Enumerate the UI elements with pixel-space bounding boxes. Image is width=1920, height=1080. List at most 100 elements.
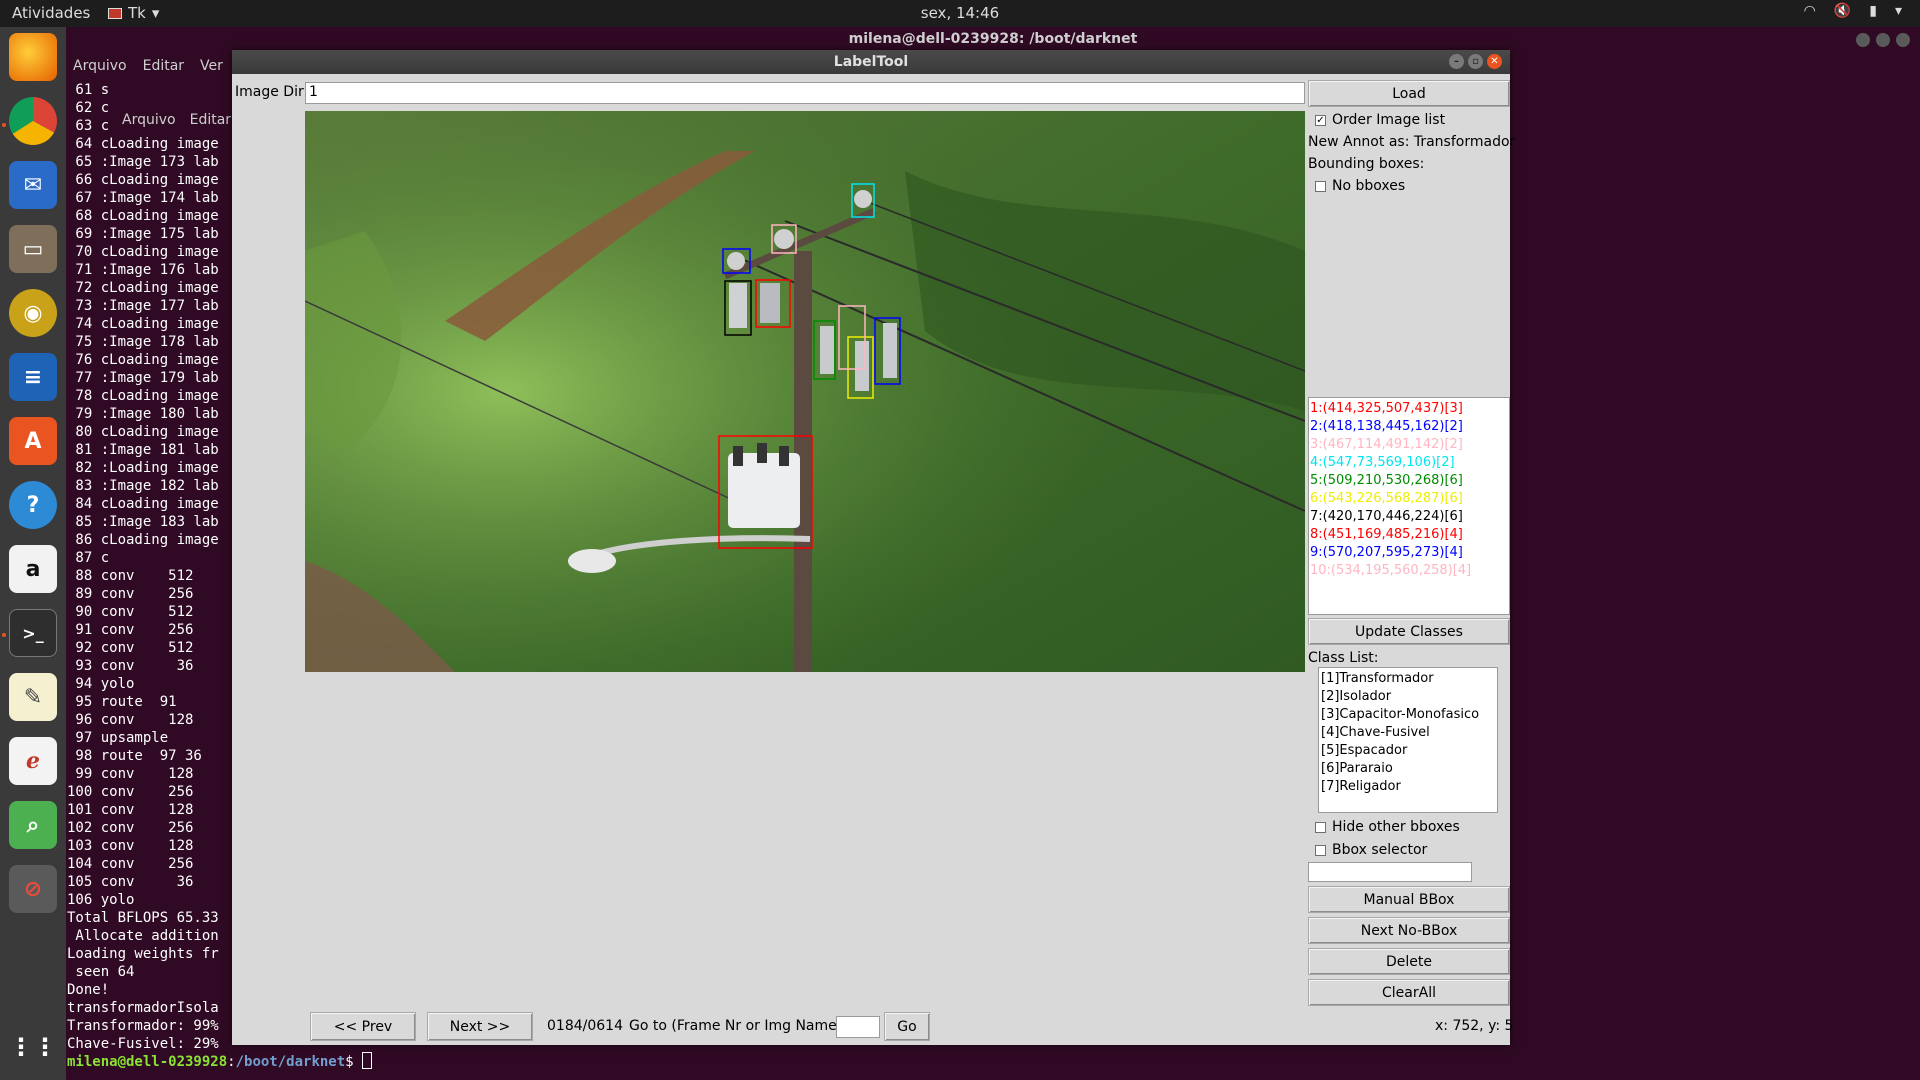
class-list-item[interactable]: [7]Religador: [1321, 778, 1495, 796]
class-list-item[interactable]: [4]Chave-Fusivel: [1321, 724, 1495, 742]
terminal-line: 84 cLoading image: [67, 496, 219, 512]
chevron-down-icon: ▾: [151, 4, 160, 22]
hide-other-bboxes-label: Hide other bboxes: [1332, 819, 1460, 835]
manual-bbox-button[interactable]: Manual BBox: [1308, 886, 1510, 913]
inner-menu-editar[interactable]: Editar: [190, 112, 231, 128]
prompt-separator: :: [227, 1054, 236, 1070]
class-listbox[interactable]: [1]Transformador [2]Isolador [3]Capacitor-…: [1318, 667, 1498, 813]
terminal-line: 90 conv 512: [67, 604, 194, 620]
terminal-menubar: Arquivo Editar Ver P: [73, 58, 247, 74]
document-viewer-icon[interactable]: ℯ: [9, 737, 57, 785]
bbox-list-item[interactable]: 8:(451,169,485,216)[4]: [1310, 526, 1508, 544]
writer-icon[interactable]: ≡: [9, 353, 57, 401]
new-annot-label: New Annot as: Transformador: [1308, 134, 1516, 150]
system-tray[interactable]: ◠ 🔇 ▮ ▾: [1804, 3, 1902, 19]
bbox-list-item[interactable]: 9:(570,207,595,273)[4]: [1310, 544, 1508, 562]
goto-input[interactable]: [836, 1016, 880, 1038]
class-list-item[interactable]: [1]Transformador: [1321, 670, 1495, 688]
clear-all-button[interactable]: ClearAll: [1308, 979, 1510, 1006]
tk-app-icon[interactable]: ⊘: [9, 865, 57, 913]
software-center-icon[interactable]: A: [9, 417, 57, 465]
delete-button[interactable]: Delete: [1308, 948, 1510, 975]
terminal-line: 64 cLoading image: [67, 136, 219, 152]
terminal-line: 104 conv 256: [67, 856, 194, 872]
go-button[interactable]: Go: [884, 1012, 930, 1041]
terminal-line: transformadorIsola: [67, 1000, 219, 1016]
no-bboxes-checkbox[interactable]: No bboxes: [1315, 178, 1405, 194]
next-no-bbox-button[interactable]: Next No-BBox: [1308, 917, 1510, 944]
menu-ver[interactable]: Ver: [200, 58, 223, 74]
maximize-icon[interactable]: ▫: [1468, 54, 1483, 69]
class-list-item[interactable]: [6]Pararaio: [1321, 760, 1495, 778]
terminal-line: 69 :Image 175 lab: [67, 226, 219, 242]
files-icon[interactable]: ▭: [9, 225, 57, 273]
surge-arrester: [820, 326, 834, 374]
chrome-icon[interactable]: [9, 97, 57, 145]
order-image-list-checkbox[interactable]: ✓ Order Image list: [1315, 112, 1445, 128]
bbox-selector-input[interactable]: [1308, 862, 1472, 882]
close-icon[interactable]: ✕: [1487, 54, 1502, 69]
bbox-list-item[interactable]: 5:(509,210,530,268)[6]: [1310, 472, 1508, 490]
app-grid-icon[interactable]: ⋮⋮: [9, 1023, 57, 1071]
bbox-selector-checkbox[interactable]: Bbox selector: [1315, 842, 1427, 858]
class-list-item[interactable]: [2]Isolador: [1321, 688, 1495, 706]
terminal-line: seen 64: [67, 964, 135, 980]
close-icon[interactable]: [1896, 33, 1910, 47]
thunderbird-icon[interactable]: ✉: [9, 161, 57, 209]
clock[interactable]: sex, 14:46: [921, 4, 999, 22]
image-canvas[interactable]: [305, 111, 1305, 672]
maximize-icon[interactable]: [1876, 33, 1890, 47]
minimize-icon[interactable]: –: [1449, 54, 1464, 69]
image-dir-label: Image Dir:: [235, 84, 309, 100]
help-icon[interactable]: ?: [9, 481, 57, 529]
activities-button[interactable]: Atividades: [12, 4, 90, 22]
bbox-listbox[interactable]: 1:(414,325,507,437)[3] 2:(418,138,445,162…: [1308, 397, 1510, 615]
terminal-line: 96 conv 128: [67, 712, 194, 728]
labeltool-titlebar[interactable]: LabelTool – ▫ ✕: [232, 50, 1510, 74]
menu-editar[interactable]: Editar: [143, 58, 184, 74]
prev-button[interactable]: << Prev: [310, 1012, 416, 1041]
terminal-prompt[interactable]: milena@dell-0239928:/boot/darknet$: [67, 1052, 373, 1070]
battery-icon: ▮: [1869, 3, 1877, 19]
terminal-line: Loading weights fr: [67, 946, 219, 962]
class-list-item[interactable]: [5]Espacador: [1321, 742, 1495, 760]
minimize-icon[interactable]: [1856, 33, 1870, 47]
load-button[interactable]: Load: [1308, 80, 1510, 107]
bbox-list-item[interactable]: 2:(418,138,445,162)[2]: [1310, 418, 1508, 436]
running-indicator: [2, 633, 6, 637]
bbox-list-item[interactable]: 10:(534,195,560,258)[4]: [1310, 562, 1508, 580]
menu-arquivo[interactable]: Arquivo: [73, 58, 127, 74]
bbox-list-item[interactable]: 1:(414,325,507,437)[3]: [1310, 400, 1508, 418]
terminal-line: 83 :Image 182 lab: [67, 478, 219, 494]
image-dir-input[interactable]: 1: [305, 82, 1305, 104]
terminal-line: 82 :Loading image: [67, 460, 219, 476]
terminal-line: 88 conv 512: [67, 568, 194, 584]
terminal-line: 99 conv 128: [67, 766, 194, 782]
bbox-list-item[interactable]: 3:(467,114,491,142)[2]: [1310, 436, 1508, 454]
text-editor-icon[interactable]: ✎: [9, 673, 57, 721]
image-viewer-icon[interactable]: ⌕: [9, 801, 57, 849]
hide-other-bboxes-checkbox[interactable]: Hide other bboxes: [1315, 819, 1460, 835]
terminal-line: Done!: [67, 982, 110, 998]
amazon-icon[interactable]: a: [9, 545, 57, 593]
annotated-image[interactable]: [305, 111, 1305, 672]
firefox-icon[interactable]: [9, 33, 57, 81]
terminal-line: 94 yolo: [67, 676, 135, 692]
app-menu[interactable]: Tk ▾: [108, 4, 159, 22]
rhythmbox-icon[interactable]: ◉: [9, 289, 57, 337]
class-list-item[interactable]: [3]Capacitor-Monofasico: [1321, 706, 1495, 724]
bbox-list-item[interactable]: 6:(543,226,568,287)[6]: [1310, 490, 1508, 508]
prompt-symbol: $: [345, 1054, 363, 1070]
terminal-icon[interactable]: >_: [9, 609, 57, 657]
terminal-line: 92 conv 512: [67, 640, 194, 656]
bbox-list-item[interactable]: 7:(420,170,446,224)[6]: [1310, 508, 1508, 526]
top-bar: Atividades Tk ▾ sex, 14:46 ◠ 🔇 ▮ ▾: [0, 0, 1920, 27]
next-button[interactable]: Next >>: [427, 1012, 533, 1041]
fuse-cutout: [883, 323, 897, 378]
window-title: LabelTool: [833, 54, 909, 70]
labeltool-window[interactable]: LabelTool – ▫ ✕ Image Dir: 1 Load ✓ Orde…: [232, 50, 1515, 1045]
bbox-list-item[interactable]: 4:(547,73,569,106)[2]: [1310, 454, 1508, 472]
inner-menu-arquivo[interactable]: Arquivo: [122, 112, 176, 128]
update-classes-button[interactable]: Update Classes: [1308, 618, 1510, 645]
terminal-line: 66 cLoading image: [67, 172, 219, 188]
